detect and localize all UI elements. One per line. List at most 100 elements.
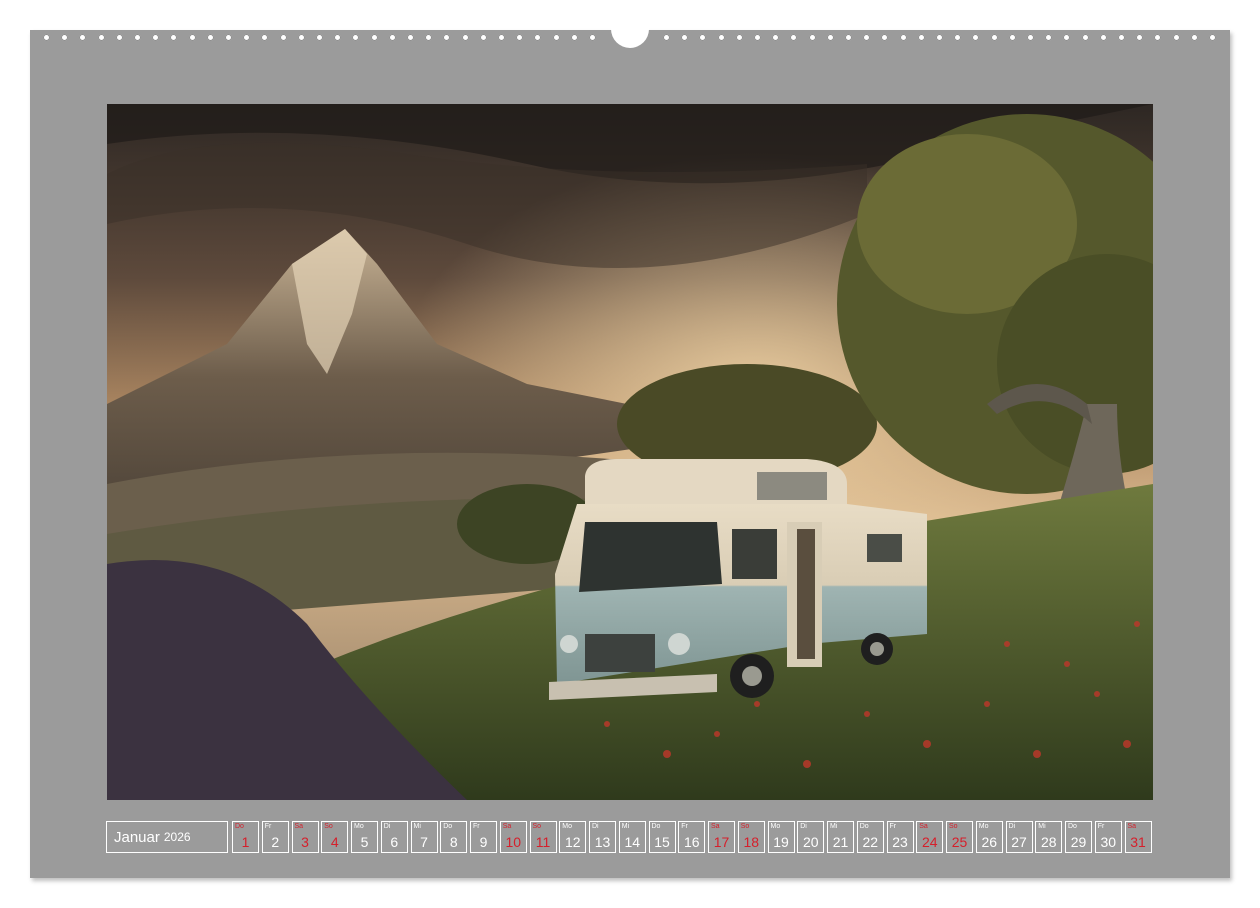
day-number: 13: [594, 834, 611, 850]
weekday-label: Sa: [294, 823, 304, 830]
binding-hole: [552, 34, 560, 41]
binding-hole: [443, 34, 451, 41]
weekday-label: Mi: [621, 823, 630, 830]
weekday-label: Mi: [413, 823, 421, 830]
binding-hole: [863, 34, 871, 41]
day-cell: Do 29: [1065, 821, 1092, 853]
binding-hole: [681, 34, 689, 41]
calendar-photo: [107, 104, 1153, 800]
day-cell: Do 22: [856, 821, 884, 853]
binding-hole: [735, 34, 743, 41]
day-cell: So 25: [946, 821, 973, 853]
day-cell: Do 1: [232, 821, 259, 853]
day-cell: Mi 14: [618, 821, 646, 853]
day-number: 26: [981, 834, 998, 850]
weekday-label: Mo: [562, 823, 572, 830]
binding-hole: [589, 34, 596, 41]
binding-hole: [79, 34, 87, 41]
day-cell: Mi 28: [1035, 821, 1063, 853]
weekday-label: So: [532, 823, 542, 830]
day-number: 18: [743, 834, 760, 850]
day-number: 28: [1040, 834, 1057, 850]
day-number: 31: [1130, 834, 1146, 850]
binding-hole: [1081, 34, 1089, 41]
day-cell: Mo 12: [559, 821, 587, 853]
day-cell: Fr 2: [261, 821, 289, 853]
binding-hole: [1118, 34, 1125, 41]
binding-hole: [407, 34, 414, 41]
weekday-label: Sa: [919, 823, 928, 830]
day-cell: Di 27: [1005, 821, 1033, 853]
day-cell: Fr 23: [886, 821, 914, 853]
binding-hole: [261, 34, 269, 41]
binding-hole: [279, 34, 287, 41]
day-number: 11: [535, 834, 551, 850]
day-number: 15: [654, 834, 670, 850]
binding-hole: [352, 34, 360, 41]
day-number: 27: [1011, 834, 1027, 850]
day-number: 7: [420, 834, 428, 850]
binding-hole: [334, 34, 342, 41]
binding-hole: [663, 34, 670, 41]
day-cell: So 18: [737, 821, 765, 853]
binding-hole: [498, 34, 505, 41]
day-number: 23: [892, 834, 908, 850]
day-number: 10: [505, 834, 522, 850]
binding-hole: [188, 34, 196, 41]
binding-hole: [170, 34, 178, 41]
day-cell: Fr 30: [1094, 821, 1122, 853]
binding-hole: [97, 34, 105, 41]
binding-hole: [899, 34, 907, 41]
weekday-label: Sa: [502, 823, 512, 830]
binding-hole: [1154, 34, 1162, 41]
day-number: 8: [449, 834, 458, 850]
day-cell: Mo 26: [975, 821, 1003, 853]
binding-hole: [1136, 34, 1144, 41]
binding-hole: [370, 34, 378, 41]
calendar-strip: Januar 2026 Do 1 Fr 2 Sa 3 So 4 Mo 5 Di 6 Mi 7 Do 8 Fr 9 S…: [106, 821, 1156, 855]
binding-hole: [1063, 34, 1071, 41]
binding-hole: [570, 34, 578, 41]
weekday-label: Fr: [473, 823, 480, 830]
day-cell: Fr 16: [678, 821, 706, 853]
weekday-label: Mo: [978, 823, 989, 830]
day-cell: Sa 31: [1124, 821, 1152, 853]
day-cell: Sa 3: [291, 821, 319, 853]
day-cell: Mi 21: [827, 821, 854, 853]
binding-hole: [808, 34, 816, 41]
day-cell: So 4: [321, 821, 349, 853]
binding-hole: [826, 34, 834, 41]
day-number: 24: [921, 834, 938, 850]
day-cell: Mi 7: [410, 821, 438, 853]
binding-hole: [845, 34, 852, 41]
binding-hole: [1008, 34, 1016, 41]
day-number: 25: [951, 834, 968, 850]
binding-hole: [461, 34, 469, 41]
weekday-label: Sa: [1127, 823, 1137, 830]
weekday-label: Fr: [889, 823, 897, 830]
binding-hole: [225, 34, 232, 41]
day-number: 3: [301, 834, 309, 850]
camper-landscape-image: [107, 104, 1153, 800]
binding-hole: [936, 34, 943, 41]
binding-hole: [917, 34, 925, 41]
day-number: 29: [1070, 834, 1087, 850]
day-cell: Di 20: [797, 821, 825, 853]
weekday-label: So: [949, 823, 958, 830]
month-label: Januar 2026: [106, 821, 228, 853]
weekday-label: Do: [651, 823, 661, 830]
day-cell: Fr 9: [470, 821, 497, 853]
binding-hole: [754, 34, 761, 41]
binding-hole: [152, 34, 160, 41]
binding-hole: [425, 34, 433, 41]
weekday-label: Di: [383, 823, 391, 830]
weekday-label: Mo: [770, 823, 781, 830]
day-number: 6: [390, 834, 399, 850]
weekday-label: Fr: [264, 823, 272, 830]
weekday-label: Di: [800, 823, 807, 830]
binding-hole: [1209, 34, 1216, 41]
day-number: 2: [271, 834, 280, 850]
day-number: 16: [683, 834, 700, 850]
weekday-label: Fr: [1097, 823, 1105, 830]
day-cell: Do 8: [440, 821, 468, 853]
